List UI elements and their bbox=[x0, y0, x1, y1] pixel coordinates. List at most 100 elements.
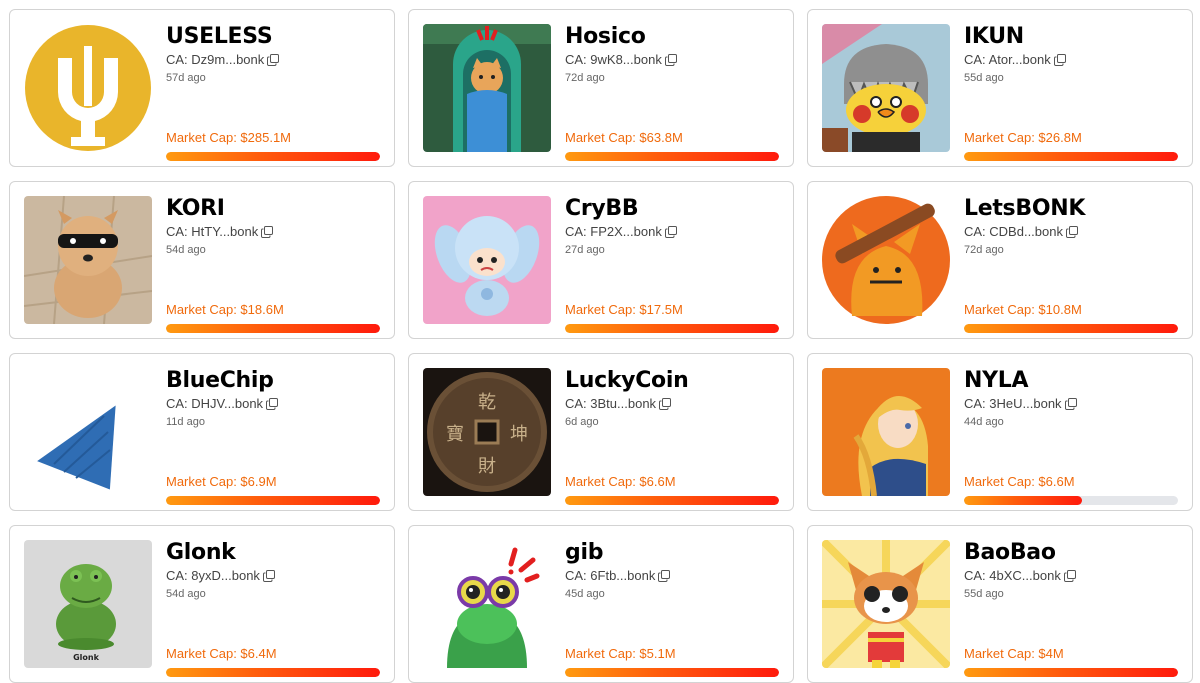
market-cap-label: Market Cap: $6.6M bbox=[565, 474, 676, 489]
copy-icon[interactable] bbox=[659, 397, 672, 410]
contract-address: CA: CDBd...bonk bbox=[964, 223, 1178, 240]
bonding-progress-fill bbox=[565, 496, 779, 505]
copy-icon[interactable] bbox=[262, 569, 275, 582]
bonding-progress-fill bbox=[964, 496, 1082, 505]
token-info: BaoBao CA: 4bXC...bonk 55d ago Market Ca… bbox=[964, 540, 1178, 677]
glonk-frog-icon[interactable]: Glonk bbox=[24, 540, 152, 668]
token-card-luckycoin[interactable]: 乾 財 寶 坤 LuckyCoin CA: 3Btu...bonk 6d ago… bbox=[408, 353, 794, 511]
token-card-letsbonk[interactable]: LetsBONK CA: CDBd...bonk 72d ago Market … bbox=[807, 181, 1193, 339]
nyla-girl-icon[interactable] bbox=[822, 368, 950, 496]
copy-icon[interactable] bbox=[658, 569, 671, 582]
useless-logo-icon[interactable] bbox=[24, 24, 152, 152]
token-age: 54d ago bbox=[166, 588, 206, 600]
bonding-progress-bar bbox=[964, 152, 1178, 161]
bonding-progress-bar bbox=[166, 496, 380, 505]
token-card-crybb[interactable]: CryBB CA: FP2X...bonk 27d ago Market Cap… bbox=[408, 181, 794, 339]
token-card-kori[interactable]: KORI CA: HtTY...bonk 54d ago Market Cap:… bbox=[9, 181, 395, 339]
token-name[interactable]: Hosico bbox=[565, 24, 779, 50]
crybb-doll-icon[interactable] bbox=[423, 196, 551, 324]
token-name[interactable]: LuckyCoin bbox=[565, 368, 779, 394]
token-info: LetsBONK CA: CDBd...bonk 72d ago Market … bbox=[964, 196, 1178, 333]
svg-text:坤: 坤 bbox=[510, 424, 528, 445]
contract-address-text: CA: 3HeU...bonk bbox=[964, 396, 1062, 411]
token-card-hosico[interactable]: Hosico CA: 9wK8...bonk 72d ago Market Ca… bbox=[408, 9, 794, 167]
contract-address: CA: Dz9m...bonk bbox=[166, 51, 380, 68]
bluechip-chip-icon[interactable] bbox=[24, 368, 152, 496]
hosico-cat-icon[interactable] bbox=[423, 24, 551, 152]
copy-icon[interactable] bbox=[1064, 397, 1077, 410]
bonding-progress-fill bbox=[166, 496, 380, 505]
market-cap-label: Market Cap: $26.8M bbox=[964, 130, 1082, 145]
token-name[interactable]: CryBB bbox=[565, 196, 779, 222]
market-cap-label: Market Cap: $17.5M bbox=[565, 302, 683, 317]
token-card-nyla[interactable]: NYLA CA: 3HeU...bonk 44d ago Market Cap:… bbox=[807, 353, 1193, 511]
token-info: Hosico CA: 9wK8...bonk 72d ago Market Ca… bbox=[565, 24, 779, 161]
ikun-chick-icon[interactable] bbox=[822, 24, 950, 152]
token-name[interactable]: IKUN bbox=[964, 24, 1178, 50]
market-cap-label: Market Cap: $6.9M bbox=[166, 474, 277, 489]
token-card-ikun[interactable]: IKUN CA: Ator...bonk 55d ago Market Cap:… bbox=[807, 9, 1193, 167]
token-info: CryBB CA: FP2X...bonk 27d ago Market Cap… bbox=[565, 196, 779, 333]
token-card-baobao[interactable]: BaoBao CA: 4bXC...bonk 55d ago Market Ca… bbox=[807, 525, 1193, 683]
token-name[interactable]: LetsBONK bbox=[964, 196, 1178, 222]
bonding-progress-fill bbox=[166, 152, 380, 161]
lucky-coin-icon[interactable]: 乾 財 寶 坤 bbox=[423, 368, 551, 496]
copy-icon[interactable] bbox=[1053, 53, 1066, 66]
bonding-progress-bar bbox=[166, 152, 380, 161]
token-card-gib[interactable]: gib CA: 6Ftb...bonk 45d ago Market Cap: … bbox=[408, 525, 794, 683]
copy-icon[interactable] bbox=[664, 225, 677, 238]
token-age: 44d ago bbox=[964, 416, 1004, 428]
token-name[interactable]: BlueChip bbox=[166, 368, 380, 394]
contract-address: CA: 9wK8...bonk bbox=[565, 51, 779, 68]
bonding-progress-fill bbox=[964, 324, 1178, 333]
contract-address: CA: 3HeU...bonk bbox=[964, 395, 1178, 412]
contract-address-text: CA: 6Ftb...bonk bbox=[565, 568, 656, 583]
contract-address-text: CA: 4bXC...bonk bbox=[964, 568, 1061, 583]
token-grid: USELESS CA: Dz9m...bonk 57d ago Market C… bbox=[9, 9, 1193, 683]
token-age: 55d ago bbox=[964, 588, 1004, 600]
copy-icon[interactable] bbox=[267, 53, 280, 66]
contract-address: CA: Ator...bonk bbox=[964, 51, 1178, 68]
bonding-progress-bar bbox=[964, 668, 1178, 677]
contract-address: CA: 3Btu...bonk bbox=[565, 395, 779, 412]
contract-address: CA: 4bXC...bonk bbox=[964, 567, 1178, 584]
copy-icon[interactable] bbox=[664, 53, 677, 66]
token-name[interactable]: gib bbox=[565, 540, 779, 566]
token-info: BlueChip CA: DHJV...bonk 11d ago Market … bbox=[166, 368, 380, 505]
token-info: USELESS CA: Dz9m...bonk 57d ago Market C… bbox=[166, 24, 380, 161]
bonding-progress-fill bbox=[166, 668, 380, 677]
token-name[interactable]: Glonk bbox=[166, 540, 380, 566]
gib-frog-icon[interactable] bbox=[423, 540, 551, 668]
token-info: NYLA CA: 3HeU...bonk 44d ago Market Cap:… bbox=[964, 368, 1178, 505]
svg-text:乾: 乾 bbox=[478, 392, 496, 413]
token-name[interactable]: BaoBao bbox=[964, 540, 1178, 566]
token-name[interactable]: NYLA bbox=[964, 368, 1178, 394]
token-card-glonk[interactable]: Glonk Glonk CA: 8yxD...bonk 54d ago Mark… bbox=[9, 525, 395, 683]
market-cap-label: Market Cap: $63.8M bbox=[565, 130, 683, 145]
token-card-bluechip[interactable]: BlueChip CA: DHJV...bonk 11d ago Market … bbox=[9, 353, 395, 511]
bonding-progress-bar bbox=[166, 668, 380, 677]
copy-icon[interactable] bbox=[1066, 225, 1078, 238]
copy-icon[interactable] bbox=[261, 225, 274, 238]
bonding-progress-fill bbox=[166, 324, 380, 333]
token-name[interactable]: USELESS bbox=[166, 24, 380, 50]
baobao-dog-icon[interactable] bbox=[822, 540, 950, 668]
letsbonk-dog-icon[interactable] bbox=[822, 196, 950, 324]
bonding-progress-fill bbox=[964, 668, 1178, 677]
copy-icon[interactable] bbox=[1063, 569, 1076, 582]
contract-address-text: CA: Dz9m...bonk bbox=[166, 52, 265, 67]
contract-address-text: CA: FP2X...bonk bbox=[565, 224, 662, 239]
token-name[interactable]: KORI bbox=[166, 196, 380, 222]
token-age: 27d ago bbox=[565, 244, 605, 256]
token-card-useless[interactable]: USELESS CA: Dz9m...bonk 57d ago Market C… bbox=[9, 9, 395, 167]
copy-icon[interactable] bbox=[266, 397, 279, 410]
token-age: 45d ago bbox=[565, 588, 605, 600]
market-cap-label: Market Cap: $5.1M bbox=[565, 646, 676, 661]
bonding-progress-fill bbox=[964, 152, 1178, 161]
kori-dog-icon[interactable] bbox=[24, 196, 152, 324]
contract-address: CA: 6Ftb...bonk bbox=[565, 567, 779, 584]
token-info: gib CA: 6Ftb...bonk 45d ago Market Cap: … bbox=[565, 540, 779, 677]
bonding-progress-bar bbox=[166, 324, 380, 333]
svg-text:寶: 寶 bbox=[446, 424, 464, 445]
bonding-progress-bar bbox=[565, 668, 779, 677]
